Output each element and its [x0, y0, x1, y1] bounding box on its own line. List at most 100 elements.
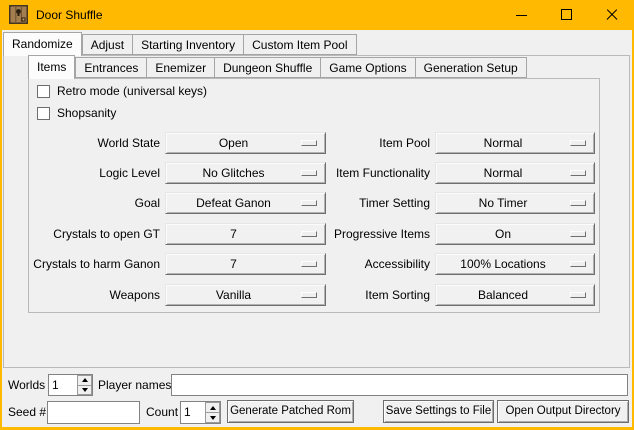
dropdown-indicator-icon: [570, 292, 586, 298]
main-tab-bar: Randomize Adjust Starting Inventory Cust…: [3, 32, 357, 55]
shopsanity-checkbox[interactable]: Shopsanity: [37, 106, 116, 120]
item-pool-dropdown[interactable]: Normal: [435, 132, 595, 154]
item-functionality-dropdown[interactable]: Normal: [435, 162, 595, 184]
count-value: 1: [184, 402, 191, 423]
dropdown-indicator-icon: [570, 231, 586, 237]
logic-level-dropdown[interactable]: No Glitches: [165, 162, 326, 184]
spin-buttons: [77, 375, 92, 395]
tab-game-options[interactable]: Game Options: [321, 57, 415, 78]
option-row: Logic Level No Glitches Item Functionali…: [0, 162, 634, 184]
app-door-icon: [9, 5, 28, 24]
window-title: Door Shuffle: [36, 0, 103, 30]
tab-randomize[interactable]: Randomize: [3, 32, 82, 56]
spin-up-button[interactable]: [205, 402, 220, 413]
tab-items[interactable]: Items: [28, 55, 75, 79]
maximize-button[interactable]: [544, 0, 589, 30]
down-arrow-icon: [82, 388, 88, 392]
generate-patched-rom-button[interactable]: Generate Patched Rom: [227, 400, 354, 423]
progressive-items-label: Progressive Items: [320, 223, 430, 245]
maximize-icon: [561, 9, 572, 20]
logic-level-label: Logic Level: [15, 162, 160, 184]
tab-generation-setup[interactable]: Generation Setup: [416, 57, 527, 78]
tab-dungeon-shuffle[interactable]: Dungeon Shuffle: [215, 57, 321, 78]
dropdown-indicator-icon: [570, 200, 586, 206]
worlds-label: Worlds: [8, 374, 45, 396]
crystals-harm-ganon-label: Crystals to harm Ganon: [15, 253, 160, 275]
weapons-label: Weapons: [15, 284, 160, 306]
up-arrow-icon: [210, 406, 216, 410]
crystals-open-gt-dropdown[interactable]: 7: [165, 223, 326, 245]
weapons-value: Vanilla: [166, 285, 301, 305]
crystals-harm-ganon-value: 7: [166, 254, 301, 274]
count-spinbox[interactable]: 1: [180, 401, 221, 424]
item-sorting-value: Balanced: [436, 285, 570, 305]
world-state-value: Open: [166, 133, 301, 153]
timer-setting-value: No Timer: [436, 193, 570, 213]
sub-tab-bar: Items Entrances Enemizer Dungeon Shuffle…: [28, 55, 527, 78]
tab-enemizer[interactable]: Enemizer: [147, 57, 215, 78]
dropdown-indicator-icon: [301, 231, 317, 237]
player-names-input[interactable]: [171, 374, 628, 396]
item-functionality-label: Item Functionality: [320, 162, 430, 184]
save-settings-button[interactable]: Save Settings to File: [383, 400, 494, 423]
shopsanity-label: Shopsanity: [57, 106, 116, 120]
world-state-dropdown[interactable]: Open: [165, 132, 326, 154]
item-functionality-value: Normal: [436, 163, 570, 183]
retro-mode-checkbox[interactable]: Retro mode (universal keys): [37, 84, 207, 98]
worlds-spinbox[interactable]: 1: [48, 374, 93, 396]
world-state-label: World State: [15, 132, 160, 154]
title-bar: Door Shuffle: [0, 0, 634, 30]
timer-setting-label: Timer Setting: [320, 192, 430, 214]
dropdown-indicator-icon: [301, 140, 317, 146]
retro-mode-label: Retro mode (universal keys): [57, 84, 207, 98]
progressive-items-dropdown[interactable]: On: [435, 223, 595, 245]
option-row: Weapons Vanilla Item Sorting Balanced: [0, 284, 634, 306]
player-names-label: Player names: [98, 374, 171, 396]
dropdown-indicator-icon: [301, 200, 317, 206]
dropdown-indicator-icon: [570, 140, 586, 146]
worlds-value: 1: [52, 375, 59, 395]
seed-label: Seed #: [8, 401, 46, 423]
spin-down-button[interactable]: [205, 413, 220, 423]
checkbox-unchecked-icon[interactable]: [37, 85, 50, 98]
dropdown-indicator-icon: [301, 292, 317, 298]
tab-custom-item-pool[interactable]: Custom Item Pool: [244, 34, 356, 55]
weapons-dropdown[interactable]: Vanilla: [165, 284, 326, 306]
tab-entrances[interactable]: Entrances: [75, 57, 147, 78]
timer-setting-dropdown[interactable]: No Timer: [435, 192, 595, 214]
option-row: Crystals to harm Ganon 7 Accessibility 1…: [0, 253, 634, 275]
crystals-harm-ganon-dropdown[interactable]: 7: [165, 253, 326, 275]
goal-label: Goal: [15, 192, 160, 214]
minimize-button[interactable]: [499, 0, 544, 30]
close-button[interactable]: [589, 0, 634, 30]
crystals-open-gt-value: 7: [166, 224, 301, 244]
dropdown-indicator-icon: [301, 261, 317, 267]
crystals-open-gt-label: Crystals to open GT: [15, 223, 160, 245]
accessibility-dropdown[interactable]: 100% Locations: [435, 253, 595, 275]
up-arrow-icon: [82, 378, 88, 382]
spin-down-button[interactable]: [77, 386, 92, 396]
item-pool-label: Item Pool: [320, 132, 430, 154]
goal-value: Defeat Ganon: [166, 193, 301, 213]
open-output-directory-button[interactable]: Open Output Directory: [497, 400, 629, 423]
minimize-icon: [516, 15, 527, 16]
count-label: Count: [146, 401, 178, 423]
logic-level-value: No Glitches: [166, 163, 301, 183]
progressive-items-value: On: [436, 224, 570, 244]
option-row: World State Open Item Pool Normal: [0, 132, 634, 154]
item-sorting-dropdown[interactable]: Balanced: [435, 284, 595, 306]
down-arrow-icon: [210, 416, 216, 420]
dropdown-indicator-icon: [570, 261, 586, 267]
spin-up-button[interactable]: [77, 375, 92, 386]
tab-starting-inventory[interactable]: Starting Inventory: [133, 34, 244, 55]
seed-input[interactable]: [47, 401, 140, 424]
goal-dropdown[interactable]: Defeat Ganon: [165, 192, 326, 214]
option-row: Crystals to open GT 7 Progressive Items …: [0, 223, 634, 245]
dropdown-indicator-icon: [570, 170, 586, 176]
option-row: Goal Defeat Ganon Timer Setting No Timer: [0, 192, 634, 214]
item-sorting-label: Item Sorting: [320, 284, 430, 306]
accessibility-label: Accessibility: [320, 253, 430, 275]
checkbox-unchecked-icon[interactable]: [37, 107, 50, 120]
door-shuffle-window: Door Shuffle Randomize Adjust Starting I…: [0, 0, 634, 430]
tab-adjust[interactable]: Adjust: [82, 34, 133, 55]
